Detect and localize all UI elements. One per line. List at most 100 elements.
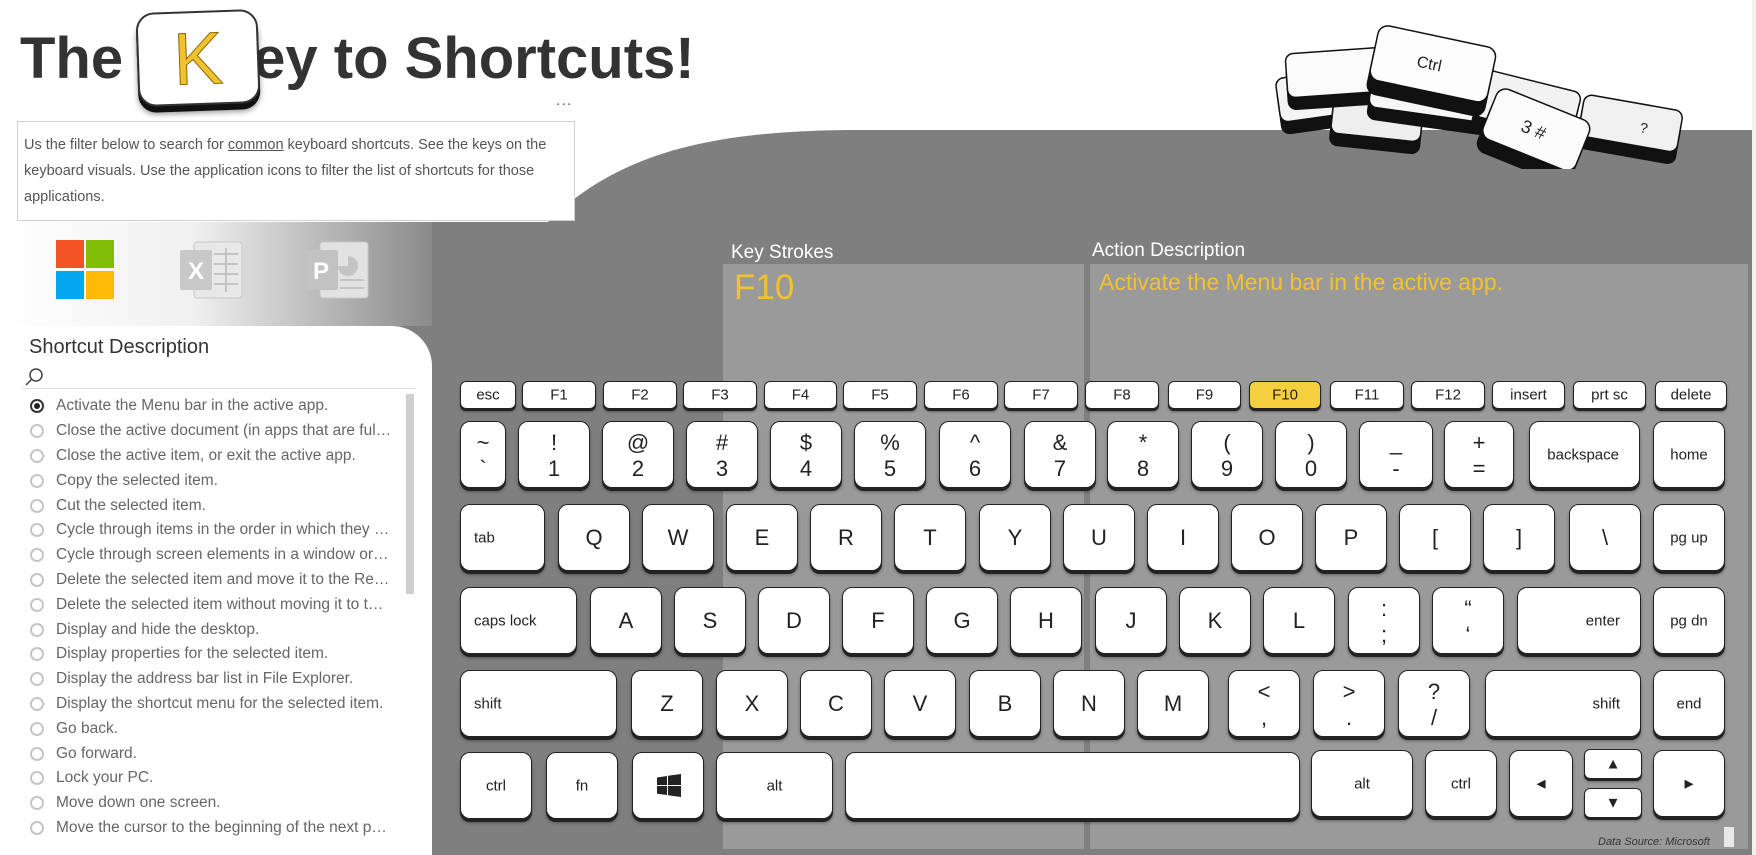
key-1[interactable]: ! 1 — [518, 421, 590, 488]
key-end[interactable]: end — [1653, 670, 1725, 737]
key-5[interactable]: % 5 — [854, 421, 926, 488]
key-c[interactable]: C — [800, 670, 872, 737]
key-p[interactable]: P — [1315, 504, 1387, 571]
key-alt-left[interactable]: alt — [716, 752, 833, 819]
key-alt-right[interactable]: alt — [1311, 750, 1413, 817]
more-options-button[interactable]: ... — [556, 92, 572, 110]
key-r[interactable]: R — [810, 504, 882, 571]
key-symbol[interactable]: + = — [1444, 421, 1514, 488]
key-8[interactable]: * 8 — [1107, 421, 1179, 488]
key-f4[interactable]: F4 — [764, 381, 837, 409]
key-6[interactable]: ^ 6 — [939, 421, 1011, 488]
key-bracket-right[interactable]: ] — [1483, 504, 1555, 571]
key-f8[interactable]: F8 — [1085, 381, 1159, 409]
list-item[interactable]: Cycle through items in the order in whic… — [24, 518, 414, 543]
key-z[interactable]: Z — [631, 670, 703, 737]
key-t[interactable]: T — [894, 504, 966, 571]
key-f7[interactable]: F7 — [1004, 381, 1078, 409]
radio-button[interactable] — [30, 647, 44, 662]
key-pg-dn[interactable]: pg dn — [1653, 587, 1725, 654]
key-9[interactable]: (9 — [1191, 421, 1263, 488]
key-e[interactable]: E — [726, 504, 798, 571]
key-shift-right[interactable]: shift — [1485, 670, 1641, 737]
key-f5[interactable]: F5 — [843, 381, 917, 409]
key-bracket-left[interactable]: [ — [1399, 504, 1471, 571]
key-esc[interactable]: esc — [460, 381, 516, 409]
list-item[interactable]: Copy the selected item. — [24, 468, 414, 493]
list-item[interactable]: Cut the selected item. — [24, 493, 414, 518]
search-icon[interactable] — [24, 367, 44, 387]
key-v[interactable]: V — [884, 670, 956, 737]
list-item[interactable]: Delete the selected item and move it to … — [24, 568, 414, 593]
key-j[interactable]: J — [1095, 587, 1167, 654]
key-period[interactable]: >. — [1313, 670, 1385, 737]
key-0[interactable]: ) 0 — [1275, 421, 1347, 488]
key-b[interactable]: B — [969, 670, 1041, 737]
radio-button[interactable] — [30, 572, 44, 587]
key-n[interactable]: N — [1053, 670, 1125, 737]
key-f1[interactable]: F1 — [522, 381, 596, 409]
radio-button[interactable] — [30, 622, 44, 637]
key-f3[interactable]: F3 — [683, 381, 757, 409]
key-f6[interactable]: F6 — [924, 381, 998, 409]
key-f9[interactable]: F9 — [1168, 381, 1241, 409]
key-prt-sc[interactable]: prt sc — [1573, 381, 1646, 409]
radio-button[interactable] — [30, 721, 44, 736]
key-backslash[interactable]: \ — [1569, 504, 1641, 571]
key-arrow-right[interactable]: ► — [1653, 750, 1725, 817]
list-item[interactable]: Close the active item, or exit the activ… — [24, 444, 414, 469]
list-item[interactable]: Display the address bar list in File Exp… — [24, 667, 414, 692]
radio-button[interactable] — [30, 796, 44, 811]
list-item[interactable]: Go back. — [24, 716, 414, 741]
key-shift-left[interactable]: shift — [460, 670, 617, 737]
key-l[interactable]: L — [1263, 587, 1335, 654]
radio-button[interactable] — [30, 672, 44, 687]
key-q[interactable]: Q — [558, 504, 630, 571]
key-x[interactable]: X — [716, 670, 788, 737]
key-backtick[interactable]: ~ ` — [460, 421, 506, 488]
windows-logo-icon[interactable] — [56, 240, 114, 300]
key-y[interactable]: Y — [979, 504, 1051, 571]
key-f2[interactable]: F2 — [603, 381, 677, 409]
list-item[interactable]: Move the cursor to the beginning of the … — [24, 816, 414, 841]
radio-button[interactable] — [30, 820, 44, 835]
list-item[interactable]: Display properties for the selected item… — [24, 642, 414, 667]
key-i[interactable]: I — [1147, 504, 1219, 571]
key-2[interactable]: @2 — [602, 421, 674, 488]
key-g[interactable]: G — [926, 587, 998, 654]
key-pg-up[interactable]: pg up — [1653, 504, 1725, 571]
excel-icon[interactable]: X — [178, 238, 246, 302]
key-fn[interactable]: fn — [546, 752, 618, 819]
powerpoint-icon[interactable]: P — [304, 238, 372, 302]
key-enter[interactable]: enter — [1517, 587, 1641, 654]
key-a[interactable]: A — [590, 587, 662, 654]
key-w[interactable]: W — [642, 504, 714, 571]
list-item[interactable]: Move down one screen. — [24, 791, 414, 816]
key-ctrl-right[interactable]: ctrl — [1425, 750, 1497, 817]
key-f12[interactable]: F12 — [1411, 381, 1485, 409]
key-space[interactable] — [845, 752, 1300, 819]
key-caps-lock[interactable]: caps lock — [460, 587, 577, 654]
key-f10[interactable]: F10 — [1249, 381, 1321, 409]
key-insert[interactable]: insert — [1492, 381, 1565, 409]
key-arrow-down[interactable]: ▼ — [1584, 788, 1642, 818]
key-backspace[interactable]: backspace — [1529, 421, 1640, 488]
key-o[interactable]: O — [1231, 504, 1303, 571]
key-slash[interactable]: ? / — [1398, 670, 1470, 737]
key-ctrl-left[interactable]: ctrl — [460, 752, 532, 819]
key-quote[interactable]: “‘ — [1432, 587, 1504, 654]
key-7[interactable]: & 7 — [1024, 421, 1096, 488]
radio-button[interactable] — [30, 771, 44, 786]
key-3[interactable]: #3 — [686, 421, 758, 488]
list-item[interactable]: Display and hide the desktop. — [24, 617, 414, 642]
key-d[interactable]: D — [758, 587, 830, 654]
list-item[interactable]: Lock your PC. — [24, 766, 414, 791]
radio-button[interactable] — [30, 696, 44, 711]
list-item[interactable]: Activate the Menu bar in the active app. — [24, 394, 414, 419]
radio-button[interactable] — [30, 473, 44, 488]
key-comma[interactable]: <, — [1228, 670, 1300, 737]
radio-button[interactable] — [30, 399, 44, 414]
radio-button[interactable] — [30, 548, 44, 563]
key-tab[interactable]: tab — [460, 504, 545, 571]
key-symbol[interactable]: _ - — [1359, 421, 1433, 488]
